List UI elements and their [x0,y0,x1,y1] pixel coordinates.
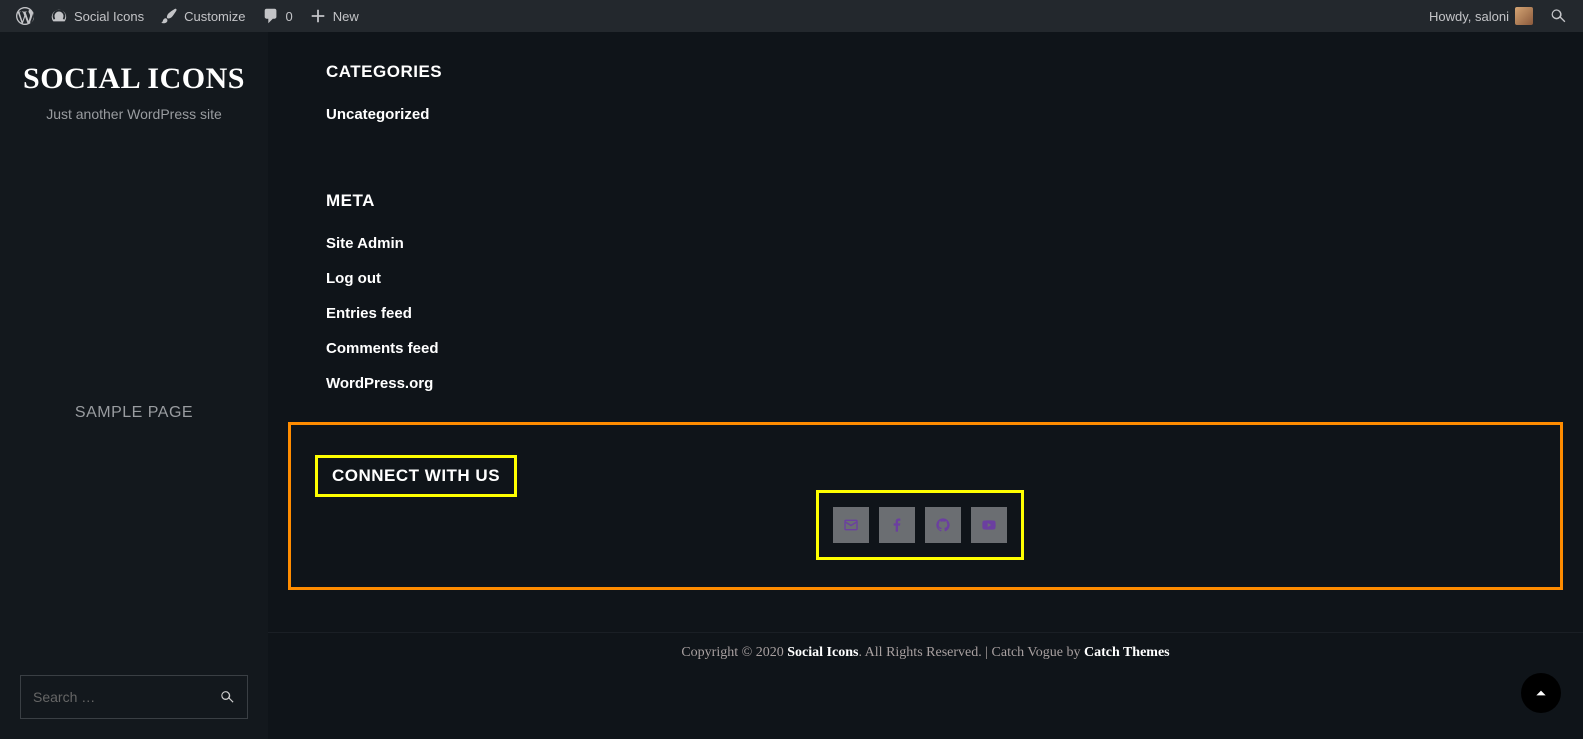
plus-icon [309,7,327,25]
comment-icon [262,7,280,25]
meta-link-site-admin[interactable]: Site Admin [326,235,1525,252]
footer-rights: . All Rights Reserved. | Catch Vogue by [858,645,1084,660]
categories-widget-title: CATEGORIES [326,62,1525,82]
meta-link-comments-feed[interactable]: Comments feed [326,340,1525,357]
meta-link-entries-feed[interactable]: Entries feed [326,305,1525,322]
site-title[interactable]: SOCIAL ICONS [0,62,268,96]
admin-new-link[interactable]: New [301,0,367,32]
site-tagline: Just another WordPress site [0,106,268,122]
site-footer: Copyright © 2020 Social Icons. All Right… [268,632,1583,681]
admin-howdy-text: Howdy, saloni [1429,9,1509,24]
connect-title-highlighted: CONNECT WITH US [315,455,517,497]
wp-admin-bar: Social Icons Customize 0 New Howdy, salo… [0,0,1583,32]
scroll-to-top-button[interactable] [1521,673,1561,713]
footer-site-link[interactable]: Social Icons [787,645,858,660]
github-icon [935,517,951,533]
search-submit-icon[interactable] [219,689,235,705]
search-input[interactable] [33,689,219,705]
admin-new-label: New [333,9,359,24]
nav-sample-page[interactable]: SAMPLE PAGE [0,404,268,422]
user-avatar [1515,7,1533,25]
social-email-button[interactable] [833,507,869,543]
admin-site-link[interactable]: Social Icons [42,0,152,32]
meta-widget-title: META [326,191,1525,211]
meta-link-logout[interactable]: Log out [326,270,1525,287]
admin-customize-link[interactable]: Customize [152,0,253,32]
email-icon [843,517,859,533]
admin-search-link[interactable] [1541,0,1575,32]
brush-icon [160,7,178,25]
site-sidebar: SOCIAL ICONS Just another WordPress site… [0,32,268,739]
youtube-icon [981,517,997,533]
connect-section-highlighted: CONNECT WITH US [288,422,1563,590]
admin-customize-label: Customize [184,9,245,24]
connect-title: CONNECT WITH US [332,466,500,486]
category-link-uncategorized[interactable]: Uncategorized [326,106,1525,123]
social-facebook-button[interactable] [879,507,915,543]
admin-site-name: Social Icons [74,9,144,24]
admin-user-link[interactable]: Howdy, saloni [1421,0,1541,32]
social-github-button[interactable] [925,507,961,543]
meta-link-wordpress[interactable]: WordPress.org [326,375,1525,392]
admin-comments-link[interactable]: 0 [254,0,301,32]
footer-copyright: Copyright © 2020 [681,645,787,660]
wordpress-icon [16,7,34,25]
facebook-icon [889,517,905,533]
dashboard-icon [50,7,68,25]
social-icons-highlighted [816,490,1024,560]
admin-comment-count: 0 [286,9,293,24]
footer-theme-link[interactable]: Catch Themes [1084,645,1170,660]
search-form [20,675,248,719]
main-content: CATEGORIES Uncategorized META Site Admin… [268,32,1583,739]
wp-logo[interactable] [8,0,42,32]
social-youtube-button[interactable] [971,507,1007,543]
search-icon [1549,7,1567,25]
chevron-up-icon [1534,686,1548,700]
